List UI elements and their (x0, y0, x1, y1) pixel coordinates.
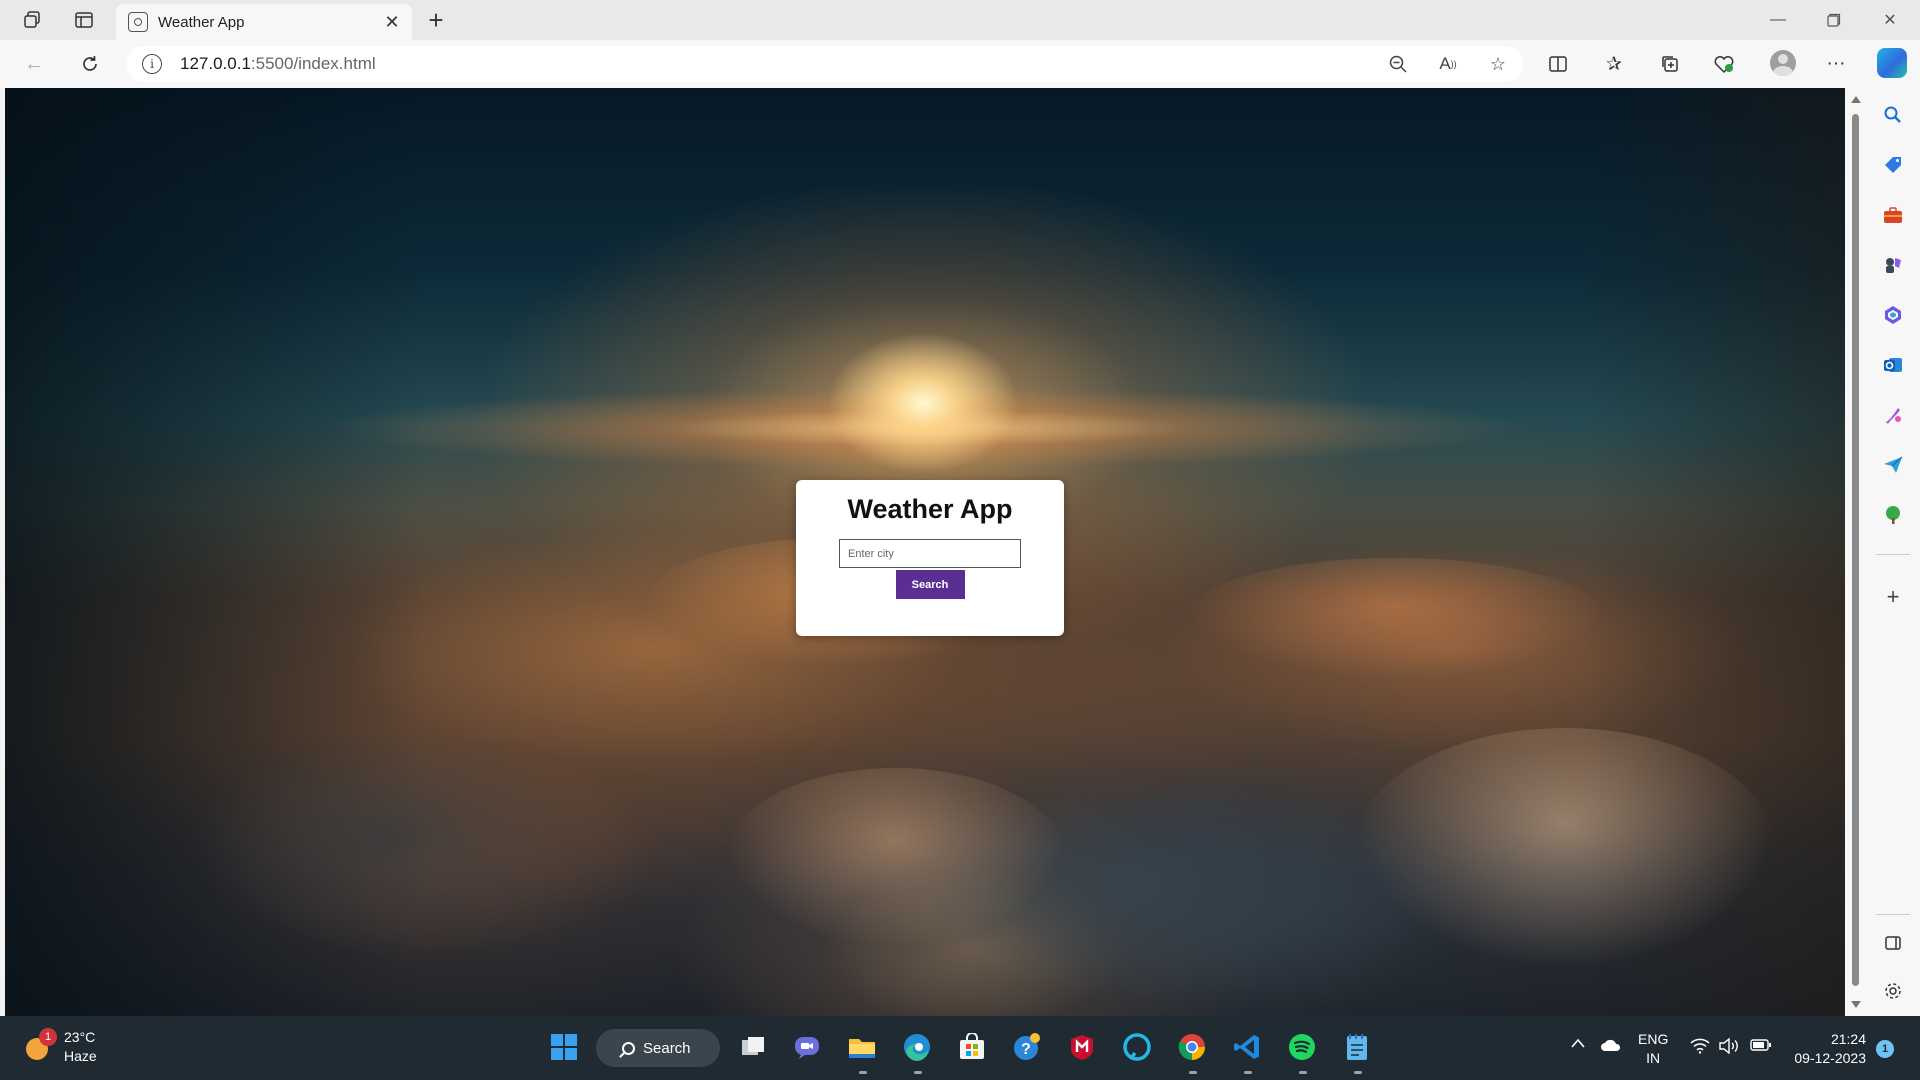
weather-badge: 1 (39, 1028, 57, 1046)
restore-icon[interactable] (1806, 0, 1862, 40)
scrollbar-thumb[interactable] (1852, 114, 1859, 986)
tab-title: Weather App (158, 13, 245, 31)
teams-chat-icon[interactable] (790, 1030, 824, 1064)
zoom-out-icon[interactable] (1382, 50, 1414, 78)
search-icon (622, 1041, 635, 1055)
search-button[interactable]: Search (895, 570, 965, 599)
address-bar[interactable]: i 127.0.0.1:5500/index.html A)) ☆ (126, 46, 1524, 82)
tab-actions-icon[interactable] (68, 6, 100, 34)
workspaces-icon[interactable] (16, 6, 48, 34)
window-close-icon[interactable]: ✕ (1862, 0, 1918, 40)
city-input[interactable] (839, 539, 1021, 568)
outlook-icon[interactable] (1880, 352, 1906, 378)
taskbar-search[interactable]: Search (596, 1029, 720, 1067)
scroll-up-icon[interactable] (1851, 96, 1861, 103)
refresh-icon[interactable] (72, 48, 108, 80)
volume-icon[interactable] (1718, 1037, 1740, 1057)
page-favicon-icon (128, 12, 148, 32)
language-indicator[interactable]: ENG IN (1638, 1030, 1668, 1068)
weather-card: Weather App Search (796, 480, 1064, 636)
file-explorer-icon[interactable] (845, 1030, 879, 1064)
collections-icon[interactable] (1652, 48, 1688, 80)
taskbar-search-label: Search (643, 1039, 691, 1057)
chrome-icon[interactable] (1175, 1030, 1209, 1064)
tab-strip: Weather App ✕ + ― ✕ (0, 0, 1920, 40)
favorite-star-icon[interactable]: ☆ (1482, 50, 1514, 78)
microsoft-store-icon[interactable] (955, 1030, 989, 1064)
get-help-icon[interactable]: ? (1010, 1030, 1044, 1064)
notification-badge[interactable]: 1 (1876, 1040, 1894, 1058)
page-viewport: Weather App Search (5, 88, 1845, 1016)
taskbar-clock[interactable]: 21:24 09-12-2023 (1780, 1030, 1866, 1068)
copilot-icon[interactable] (1877, 48, 1907, 78)
split-screen-icon[interactable] (1540, 48, 1576, 80)
page-title: Weather App (847, 494, 1013, 524)
settings-more-icon[interactable]: ··· (1818, 48, 1854, 80)
edge-browser-icon[interactable] (900, 1030, 934, 1064)
weather-widget[interactable]: 1 23°C Haze (22, 1028, 97, 1066)
send-paper-plane-icon[interactable] (1880, 452, 1906, 478)
scroll-down-icon[interactable] (1851, 1001, 1861, 1008)
notepad-icon[interactable] (1340, 1030, 1374, 1064)
alexa-icon[interactable] (1120, 1030, 1154, 1064)
tab-weather-app[interactable]: Weather App ✕ (116, 4, 412, 40)
wifi-icon[interactable] (1690, 1038, 1710, 1057)
games-icon[interactable] (1880, 252, 1906, 278)
back-arrow-icon[interactable]: ← (16, 48, 52, 80)
vertical-scrollbar[interactable] (1845, 88, 1866, 1016)
browser-essentials-icon[interactable] (1706, 48, 1742, 80)
profile-avatar[interactable] (1770, 50, 1796, 76)
close-icon[interactable]: ✕ (382, 12, 402, 33)
vscode-icon[interactable] (1230, 1030, 1264, 1064)
task-view-icon[interactable] (736, 1030, 770, 1064)
hide-sidebar-icon[interactable] (1880, 930, 1906, 956)
url-host: 127.0.0.1 (180, 54, 251, 73)
navigation-bar: ← i 127.0.0.1:5500/index.html A)) ☆ ✰ ··… (0, 40, 1920, 88)
sidebar-search-icon[interactable] (1880, 102, 1906, 128)
show-hidden-icons-chevron-icon[interactable] (1570, 1036, 1586, 1052)
tools-briefcase-icon[interactable] (1880, 202, 1906, 228)
tree-app-icon[interactable] (1880, 502, 1906, 528)
new-tab-button[interactable]: + (420, 5, 452, 35)
weather-temp: 23°C (64, 1029, 96, 1045)
mcafee-icon[interactable] (1065, 1030, 1099, 1064)
shopping-tag-icon[interactable] (1880, 152, 1906, 178)
language-region: IN (1646, 1050, 1661, 1066)
weather-condition: Haze (64, 1048, 97, 1064)
battery-icon[interactable] (1750, 1038, 1772, 1055)
sidebar-settings-gear-icon[interactable] (1880, 978, 1906, 1004)
onedrive-cloud-icon[interactable] (1600, 1038, 1622, 1055)
spotify-icon[interactable] (1285, 1030, 1319, 1064)
favorites-icon[interactable]: ✰ (1596, 48, 1632, 80)
minimize-icon[interactable]: ― (1750, 0, 1806, 40)
read-aloud-icon[interactable]: A)) (1432, 50, 1464, 78)
url-path: :5500/index.html (250, 54, 376, 73)
edge-sidebar: + (1866, 88, 1920, 1016)
language-code: ENG (1638, 1031, 1669, 1047)
windows-taskbar: 1 23°C Haze Search ? ENG IN 21:24 09-12-… (0, 1016, 1920, 1080)
clock-time: 21:24 (1830, 1031, 1866, 1047)
start-windows-icon[interactable] (547, 1030, 581, 1064)
weather-haze-icon: 1 (22, 1028, 57, 1062)
clock-date: 09-12-2023 (1794, 1050, 1866, 1066)
designer-icon[interactable] (1880, 402, 1906, 428)
microsoft-365-icon[interactable] (1880, 302, 1906, 328)
site-info-icon[interactable]: i (142, 54, 162, 74)
add-sidebar-app-icon[interactable]: + (1880, 584, 1906, 610)
svg-text:?: ? (1021, 1041, 1031, 1058)
